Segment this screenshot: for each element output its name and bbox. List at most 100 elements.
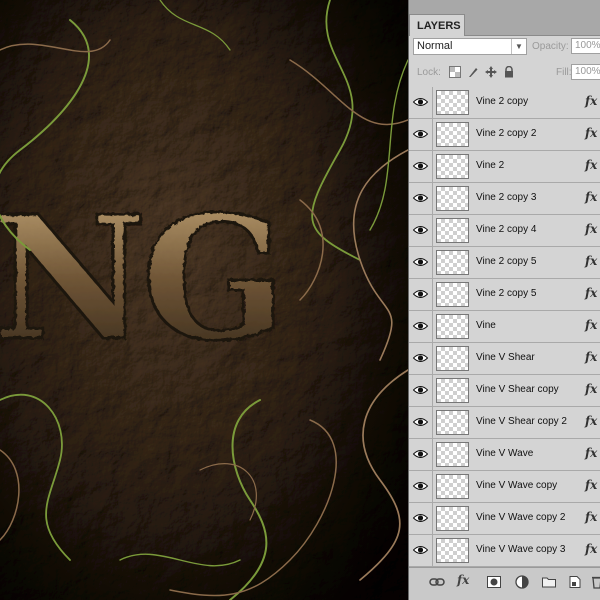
lock-image-pixels-icon[interactable] [467,66,479,78]
layers-list[interactable]: Vine 2 copy fx Vine 2 copy 2 fx Vine 2 fx Vine… [409,87,600,567]
eye-icon [413,322,428,330]
visibility-toggle[interactable] [409,471,433,502]
layer-row[interactable]: Vine 2 copy 4 fx [409,215,600,247]
eye-icon [413,226,428,234]
lock-options-row: Lock: Fill: 100% [409,61,600,85]
layer-thumbnail[interactable] [436,154,469,179]
visibility-toggle[interactable] [409,151,433,182]
layer-thumbnail[interactable] [436,346,469,371]
layer-thumbnail[interactable] [436,218,469,243]
lock-position-icon[interactable] [485,66,497,78]
layer-thumbnail[interactable] [436,378,469,403]
artwork-image: NG [0,0,408,600]
layer-row[interactable]: Vine V Wave copy 3 fx [409,535,600,567]
opacity-input[interactable]: 100% [571,38,600,54]
layer-effects-icon[interactable]: fx [585,158,597,172]
layer-effects-icon[interactable]: fx [585,254,597,268]
fx-icon[interactable]: fx [457,573,473,589]
layer-effects-icon[interactable]: fx [585,190,597,204]
layer-effects-icon[interactable]: fx [585,446,597,460]
layer-thumbnail[interactable] [436,474,469,499]
layer-name[interactable]: Vine 2 [476,160,504,171]
layer-mask-icon[interactable] [486,574,502,590]
layer-name[interactable]: Vine V Wave copy [476,480,557,491]
visibility-toggle[interactable] [409,407,433,438]
visibility-toggle[interactable] [409,439,433,470]
layer-row[interactable]: Vine fx [409,311,600,343]
layer-thumbnail[interactable] [436,282,469,307]
layer-row[interactable]: Vine V Wave fx [409,439,600,471]
layer-row[interactable]: Vine V Wave copy 2 fx [409,503,600,535]
layer-effects-icon[interactable]: fx [585,222,597,236]
chevron-down-icon[interactable]: ▼ [511,39,526,54]
visibility-toggle[interactable] [409,119,433,150]
layer-name[interactable]: Vine V Shear [476,352,535,363]
layer-effects-icon[interactable]: fx [585,478,597,492]
layer-name[interactable]: Vine V Wave copy 2 [476,512,566,523]
visibility-toggle[interactable] [409,215,433,246]
layer-row[interactable]: Vine V Shear fx [409,343,600,375]
layer-row[interactable]: Vine 2 copy 5 fx [409,247,600,279]
layer-thumbnail[interactable] [436,122,469,147]
layer-name[interactable]: Vine 2 copy 2 [476,128,536,139]
layer-thumbnail[interactable] [436,410,469,435]
layer-row[interactable]: Vine 2 copy 2 fx [409,119,600,151]
visibility-toggle[interactable] [409,311,433,342]
new-group-icon[interactable] [541,574,557,590]
layer-name[interactable]: Vine V Shear copy [476,384,559,395]
visibility-toggle[interactable] [409,343,433,374]
layer-effects-icon[interactable]: fx [585,350,597,364]
layer-name[interactable]: Vine [476,320,496,331]
eye-icon [413,130,428,138]
tab-layers[interactable]: LAYERS [409,14,465,36]
layer-name[interactable]: Vine 2 copy 4 [476,224,536,235]
layer-effects-icon[interactable]: fx [585,542,597,556]
visibility-toggle[interactable] [409,279,433,310]
layer-name[interactable]: Vine V Shear copy 2 [476,416,567,427]
blend-mode-select[interactable]: Normal ▼ [413,38,527,55]
layer-thumbnail[interactable] [436,186,469,211]
layer-thumbnail[interactable] [436,90,469,115]
layer-effects-icon[interactable]: fx [585,382,597,396]
eye-icon [413,450,428,458]
layer-thumbnail[interactable] [436,442,469,467]
eye-icon [413,162,428,170]
visibility-toggle[interactable] [409,183,433,214]
layer-row[interactable]: Vine V Wave copy fx [409,471,600,503]
link-layers-icon[interactable] [429,574,445,590]
visibility-toggle[interactable] [409,503,433,534]
layer-thumbnail[interactable] [436,250,469,275]
layer-thumbnail[interactable] [436,538,469,563]
layer-row[interactable]: Vine V Shear copy fx [409,375,600,407]
layer-row[interactable]: Vine 2 fx [409,151,600,183]
layer-row[interactable]: Vine 2 copy 5 fx [409,279,600,311]
layer-effects-icon[interactable]: fx [585,318,597,332]
layer-thumbnail[interactable] [436,314,469,339]
layer-name[interactable]: Vine V Wave [476,448,533,459]
layer-row[interactable]: Vine 2 copy 3 fx [409,183,600,215]
delete-layer-icon[interactable] [589,574,600,590]
lock-all-icon[interactable] [503,66,515,78]
layer-effects-icon[interactable]: fx [585,126,597,140]
visibility-toggle[interactable] [409,535,433,566]
layer-name[interactable]: Vine 2 copy 5 [476,256,536,267]
new-layer-icon[interactable] [567,574,583,590]
layer-effects-icon[interactable]: fx [585,510,597,524]
document-canvas[interactable]: NG [0,0,408,600]
layer-effects-icon[interactable]: fx [585,286,597,300]
visibility-toggle[interactable] [409,375,433,406]
layer-row[interactable]: Vine V Shear copy 2 fx [409,407,600,439]
layer-name[interactable]: Vine 2 copy 3 [476,192,536,203]
layer-name[interactable]: Vine 2 copy 5 [476,288,536,299]
visibility-toggle[interactable] [409,247,433,278]
fill-input[interactable]: 100% [571,64,600,80]
layer-effects-icon[interactable]: fx [585,414,597,428]
visibility-toggle[interactable] [409,87,433,118]
lock-transparent-pixels-icon[interactable] [449,66,461,78]
layer-name[interactable]: Vine V Wave copy 3 [476,544,566,555]
adjustment-layer-icon[interactable] [514,574,530,590]
layer-name[interactable]: Vine 2 copy [476,96,528,107]
layer-row[interactable]: Vine 2 copy fx [409,87,600,119]
layer-effects-icon[interactable]: fx [585,94,597,108]
layer-thumbnail[interactable] [436,506,469,531]
